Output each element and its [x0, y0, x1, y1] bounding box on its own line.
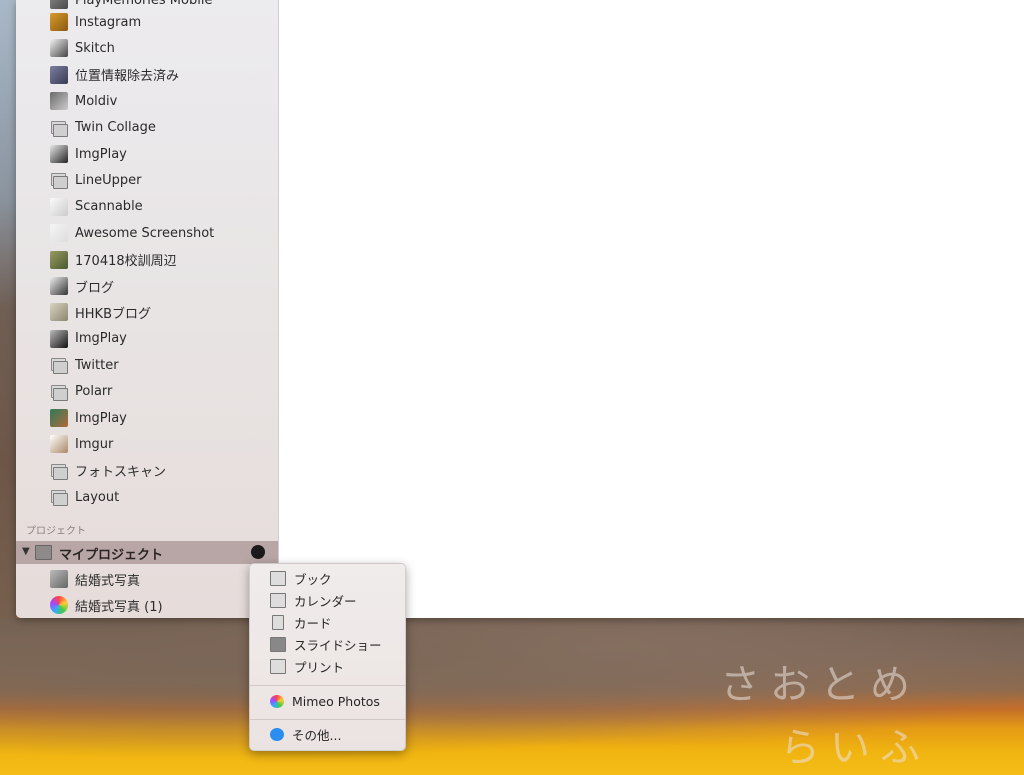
- app-store-icon: [270, 727, 284, 741]
- sidebar-item[interactable]: Twin Collage: [50, 116, 156, 140]
- sidebar-item-label: Twitter: [75, 357, 119, 373]
- project-folder-row[interactable]: ▼ マイプロジェクト: [16, 541, 278, 564]
- sidebar-item-label: 170418校訓周辺: [75, 254, 177, 270]
- sidebar-item[interactable]: Layout: [50, 485, 119, 509]
- album-icon: [50, 119, 68, 137]
- sidebar-item-label: 結婚式写真: [75, 573, 141, 589]
- sidebar-item[interactable]: 170418校訓周辺: [50, 248, 177, 272]
- photo-thumbnail-icon: [50, 277, 68, 295]
- sidebar-item-label: フォトスキャン: [75, 465, 167, 481]
- watermark-line1: さおとめ: [720, 662, 920, 708]
- photo-thumbnail-icon: [50, 250, 68, 269]
- album-icon: [50, 383, 68, 401]
- menu-item-label: ブック: [294, 571, 332, 587]
- sidebar-item-label: ImgPlay: [75, 146, 127, 162]
- album-icon: [50, 488, 68, 507]
- sidebar-item[interactable]: Skitch: [50, 36, 115, 60]
- create-project-menu: ブック カレンダー カード スライドショー プリント Mimeo Photos …: [249, 563, 406, 751]
- watermark-line2: らいふ: [780, 725, 930, 771]
- menu-item-calendar[interactable]: カレンダー: [270, 590, 357, 610]
- menu-item-card[interactable]: カード: [270, 612, 332, 632]
- print-icon: [270, 658, 286, 674]
- disclosure-triangle-icon[interactable]: ▼: [22, 546, 30, 557]
- sidebar-item-label: Twin Collage: [75, 120, 156, 136]
- mimeo-icon: [270, 694, 284, 708]
- folder-icon: [35, 545, 52, 560]
- photo-thumbnail-icon: [50, 13, 68, 31]
- book-icon: [50, 570, 68, 588]
- slideshow-icon: [270, 636, 286, 652]
- sidebar-item[interactable]: Twitter: [50, 353, 119, 377]
- sidebar-item[interactable]: Polarr: [50, 380, 112, 404]
- mimeo-icon: [50, 596, 68, 614]
- menu-item-book[interactable]: ブック: [270, 568, 332, 588]
- sidebar-item[interactable]: フォトスキャン: [50, 459, 166, 483]
- card-icon: [272, 614, 284, 630]
- sidebar-item-label: HHKBブログ: [75, 306, 151, 322]
- menu-item-label: スライドショー: [294, 637, 382, 653]
- photo-thumbnail-icon: [50, 92, 68, 111]
- sidebar-item-label: Layout: [75, 489, 120, 505]
- menu-item-label: その他...: [292, 727, 342, 743]
- photo-thumbnail-icon: [50, 224, 68, 243]
- project-folder-label: マイプロジェクト: [59, 548, 164, 563]
- menu-item-slideshow[interactable]: スライドショー: [270, 634, 382, 654]
- menu-item-label: カレンダー: [294, 593, 357, 609]
- sidebar-item[interactable]: ImgPlay: [50, 142, 127, 166]
- photo-thumbnail-icon: [50, 409, 68, 427]
- photo-thumbnail-icon: [50, 197, 68, 216]
- sidebar-item-label: LineUpper: [75, 172, 142, 188]
- menu-item-label: カード: [294, 615, 332, 631]
- sidebar-item-label: Skitch: [75, 40, 115, 56]
- menu-item-label: プリント: [294, 659, 345, 675]
- projects-section-header: プロジェクト: [26, 526, 86, 537]
- menu-item-label: Mimeo Photos: [292, 693, 380, 709]
- sidebar-item-label: PlayMemories Mobile: [75, 0, 213, 8]
- sidebar-item-label: Imgur: [75, 436, 114, 452]
- sidebar-item[interactable]: ImgPlay: [50, 327, 127, 351]
- sidebar-item[interactable]: LineUpper: [50, 168, 141, 192]
- sidebar-item[interactable]: Imgur: [50, 432, 113, 456]
- photo-thumbnail-icon: [50, 329, 68, 348]
- photo-thumbnail-icon: [50, 303, 68, 322]
- sidebar-item-label: 位置情報除去済み: [75, 69, 180, 85]
- sidebar-item-label: Awesome Screenshot: [75, 225, 215, 241]
- sidebar-item-project[interactable]: 結婚式写真: [50, 567, 140, 591]
- sidebar-item-project[interactable]: 結婚式写真 (1): [50, 593, 163, 617]
- sidebar: PlayMemories Mobile Instagram Skitch 位置情報除…: [16, 0, 279, 618]
- photo-thumbnail-icon: [50, 39, 68, 58]
- sidebar-item[interactable]: ブログ: [50, 274, 114, 298]
- sidebar-item-label: 結婚式写真 (1): [75, 599, 163, 615]
- photo-thumbnail-icon: [50, 435, 68, 454]
- sidebar-item-label: Polarr: [75, 384, 113, 400]
- photo-thumbnail-icon: [50, 65, 68, 84]
- sidebar-item[interactable]: HHKBブログ: [50, 300, 151, 324]
- sidebar-item[interactable]: Moldiv: [50, 89, 117, 113]
- photo-thumbnail-icon: [50, 0, 68, 9]
- sidebar-item-label: Scannable: [75, 199, 143, 215]
- menu-separator: [250, 685, 405, 686]
- calendar-icon: [270, 592, 286, 608]
- photos-window: PlayMemories Mobile Instagram Skitch 位置情報除…: [16, 0, 1024, 618]
- sidebar-item[interactable]: Awesome Screenshot: [50, 221, 214, 245]
- photo-thumbnail-icon: [50, 145, 68, 163]
- sidebar-item-label: ImgPlay: [75, 331, 127, 347]
- sidebar-item[interactable]: 位置情報除去済み: [50, 63, 179, 87]
- sidebar-item-label: ブログ: [75, 280, 115, 296]
- menu-item-print[interactable]: プリント: [270, 656, 344, 676]
- album-icon: [50, 356, 68, 375]
- album-icon: [50, 171, 68, 190]
- album-icon: [50, 462, 68, 480]
- sidebar-item-label: Instagram: [75, 14, 142, 30]
- sidebar-item[interactable]: Scannable: [50, 195, 143, 219]
- sidebar-item-label: ImgPlay: [75, 410, 127, 426]
- sidebar-item-label: Moldiv: [75, 93, 118, 109]
- menu-separator: [250, 719, 405, 720]
- sidebar-item[interactable]: ImgPlay: [50, 406, 127, 430]
- menu-item-more[interactable]: その他...: [270, 724, 341, 744]
- menu-item-mimeo-photos[interactable]: Mimeo Photos: [270, 691, 380, 711]
- sidebar-item[interactable]: Instagram: [50, 10, 141, 34]
